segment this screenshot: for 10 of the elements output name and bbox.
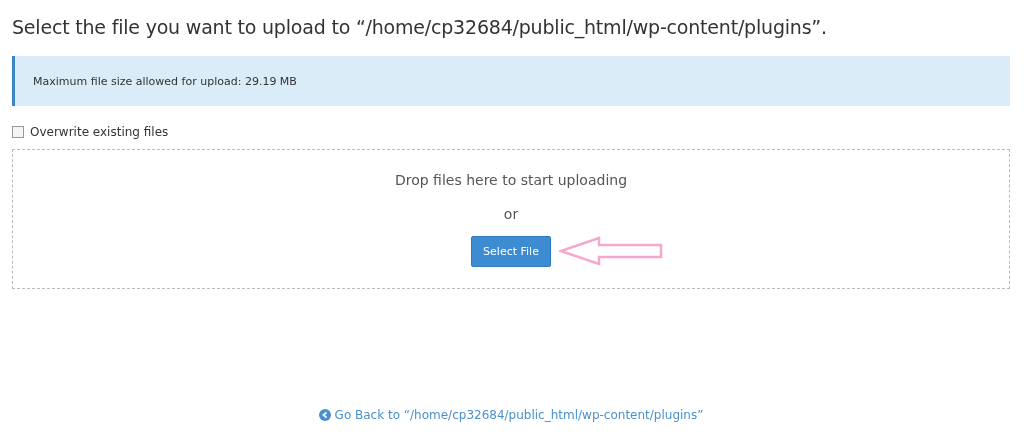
arrow-icon [558,236,663,266]
or-text: or [503,206,519,222]
checkbox-label[interactable]: Overwrite existing files [30,125,169,139]
drop-prompt: Drop files here to start uploading [394,172,628,188]
info-text: Maximum file size allowed for upload: 29.19 MB [33,74,297,88]
select-file-button[interactable]: Select File [471,236,551,267]
page-title: Select the file you want to upload to “/home/cp32684/public_html/wp-content/plugins”. [12,16,828,38]
drop-zone[interactable]: Drop files here to start uploading or Select File [12,149,1010,289]
go-back-link[interactable]: Go Back to “/home/cp32684/public_html/wp-content/plugins” [318,408,704,422]
checkbox[interactable] [12,126,24,138]
